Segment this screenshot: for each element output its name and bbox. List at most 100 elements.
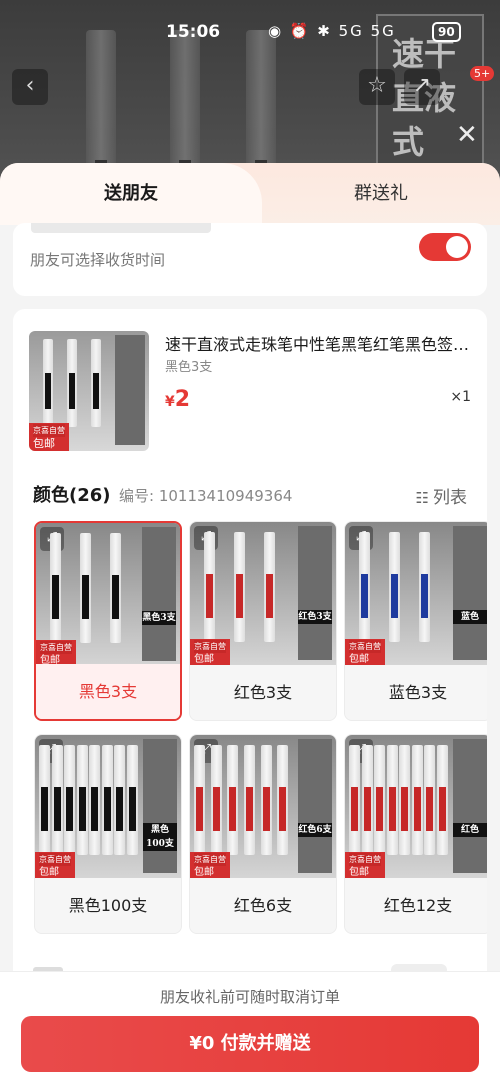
color-option[interactable]: ⤢红色京喜自营包邮红色12支 bbox=[344, 734, 487, 934]
option-image: ⤢蓝色京喜自营包邮 bbox=[345, 522, 487, 667]
color-option[interactable]: ⤢蓝色京喜自营包邮蓝色3支 bbox=[344, 521, 487, 721]
color-section-title: 颜色(26) bbox=[33, 485, 111, 506]
item-code: 编号: 10113410949364 bbox=[119, 487, 293, 505]
color-option[interactable]: ⤢黑色3支京喜自营包邮黑色3支 bbox=[34, 521, 182, 721]
option-image: ⤢红色3支京喜自营包邮 bbox=[190, 522, 336, 667]
status-icons: ◉ ⏰ ✱ 5G 5G bbox=[268, 22, 396, 40]
tag-top: 京喜自营 bbox=[194, 853, 226, 866]
color-option[interactable]: ⤢红色3支京喜自营包邮红色3支 bbox=[189, 521, 337, 721]
option-name: 黑色100支 bbox=[35, 878, 181, 933]
pay-and-gift-button[interactable]: ¥0 付款并赠送 bbox=[21, 1016, 479, 1072]
option-name: 红色12支 bbox=[345, 878, 487, 933]
cancel-note: 朋友收礼前可随时取消订单 bbox=[159, 988, 340, 1006]
share-button[interactable]: ↗ bbox=[404, 69, 440, 105]
pen-image bbox=[64, 745, 75, 855]
pen-image bbox=[170, 30, 200, 180]
pen-image bbox=[349, 745, 360, 855]
option-package-label: 红色6支 bbox=[298, 739, 332, 873]
pen-image bbox=[204, 532, 215, 642]
tag-main: 包邮 bbox=[349, 654, 369, 665]
pen-image bbox=[51, 745, 63, 855]
pen-image bbox=[419, 532, 430, 642]
option-image: ⤢黑色3支京喜自营包邮 bbox=[36, 523, 180, 668]
tag-main: 包邮 bbox=[194, 867, 214, 878]
pen-image bbox=[234, 532, 245, 642]
chevron-left-icon: ‹ bbox=[25, 73, 35, 98]
free-shipping-tag: 京喜自营 包邮 bbox=[29, 423, 69, 451]
product-price: ¥2 bbox=[165, 387, 190, 412]
pen-image bbox=[194, 745, 205, 855]
tag-main: 包邮 bbox=[349, 867, 369, 878]
option-image: ⤢ 红色6支 京喜自营 包邮 bbox=[190, 735, 336, 880]
pen-image bbox=[43, 339, 53, 427]
product-title: 速干直液式走珠笔中性笔黑笔红笔黑色签字笔学生用 bbox=[165, 335, 475, 354]
list-label: 列表 bbox=[433, 488, 467, 508]
favorite-button[interactable]: ☆ bbox=[359, 69, 395, 105]
tab-group-gift[interactable]: 群送礼 bbox=[262, 163, 500, 225]
pen-image bbox=[411, 745, 423, 855]
list-view-button[interactable]: ☷ 列表 bbox=[416, 483, 467, 508]
option-package-label: 蓝色 bbox=[453, 526, 487, 660]
option-package-text: 黑色3支 bbox=[142, 611, 176, 625]
product-card: 京喜自营 包邮 速干直液式走珠笔中性笔黑笔红笔黑色签字笔学生用 黑色3支 ¥2 … bbox=[13, 309, 487, 1085]
free-shipping-tag: 京喜自营 包邮 bbox=[345, 639, 385, 667]
tag-main: 包邮 bbox=[194, 654, 214, 665]
pen-image bbox=[50, 533, 61, 643]
pen-image bbox=[210, 745, 222, 855]
free-shipping-tag: 京喜自营 包邮 bbox=[35, 852, 75, 880]
tag-top: 京喜自营 bbox=[39, 853, 71, 866]
pen-image bbox=[399, 745, 410, 855]
tag-main: 包邮 bbox=[39, 867, 59, 878]
free-shipping-tag: 京喜自营 包邮 bbox=[345, 852, 385, 880]
option-package-label: 黑色100支 bbox=[143, 739, 177, 873]
delivery-hint: 朋友可选择收货时间 bbox=[30, 251, 166, 269]
tag-top: 京喜自营 bbox=[33, 424, 65, 437]
battery-icon: 90 bbox=[432, 22, 461, 42]
pen-image bbox=[246, 30, 276, 180]
option-package-text: 蓝色 bbox=[453, 610, 487, 624]
pen-image bbox=[424, 745, 435, 855]
pen-image bbox=[436, 745, 448, 855]
delivery-time-card: 朋友可选择收货时间 bbox=[13, 223, 487, 296]
pen-image bbox=[244, 745, 255, 855]
tag-top: 京喜自营 bbox=[349, 640, 381, 653]
option-name: 黑色3支 bbox=[36, 664, 180, 719]
free-shipping-tag: 京喜自营 包邮 bbox=[190, 852, 230, 880]
pen-image bbox=[386, 745, 398, 855]
close-icon[interactable]: ✕ bbox=[456, 120, 478, 150]
pen-image bbox=[389, 532, 400, 642]
color-option[interactable]: ⤢ 红色6支 京喜自营 包邮 红色6支 bbox=[189, 734, 337, 934]
price-value: 2 bbox=[174, 387, 191, 412]
option-package-label: 红色 bbox=[453, 739, 487, 873]
pen-image bbox=[101, 745, 113, 855]
option-package-text: 红色3支 bbox=[298, 610, 332, 624]
option-package-label: 黑色3支 bbox=[142, 527, 176, 661]
gift-sheet: 送朋友 群送礼 朋友可选择收货时间 京喜自营 包邮 速干直液式走珠笔中性笔黑笔红… bbox=[0, 163, 500, 1085]
option-package-text: 黑色100支 bbox=[143, 823, 177, 851]
pen-image bbox=[374, 745, 385, 855]
thumb-label bbox=[115, 335, 145, 445]
product-quantity: ×1 bbox=[450, 389, 471, 405]
color-option[interactable]: ⤢黑色100支京喜自营包邮黑色100支 bbox=[34, 734, 182, 934]
tab-send-friend[interactable]: 送朋友 bbox=[0, 163, 262, 225]
pen-image bbox=[110, 533, 121, 643]
option-image: ⤢红色京喜自营包邮 bbox=[345, 735, 487, 880]
status-time: 15:06 bbox=[166, 22, 221, 42]
option-package-text: 红色 bbox=[453, 823, 487, 837]
tab-bar: 送朋友 群送礼 bbox=[0, 163, 500, 225]
pen-image bbox=[39, 745, 50, 855]
pen-image bbox=[89, 745, 100, 855]
tag-top: 京喜自营 bbox=[194, 640, 226, 653]
tag-top: 京喜自营 bbox=[349, 853, 381, 866]
pen-image bbox=[91, 339, 101, 427]
pen-image bbox=[80, 533, 91, 643]
pen-image bbox=[359, 532, 370, 642]
option-image: ⤢黑色100支京喜自营包邮 bbox=[35, 735, 181, 880]
pen-image bbox=[76, 745, 88, 855]
pen-image bbox=[86, 30, 116, 180]
pen-image bbox=[227, 745, 239, 855]
option-name: 红色6支 bbox=[190, 878, 336, 933]
back-button[interactable]: ‹ bbox=[12, 69, 48, 105]
pen-image bbox=[264, 532, 275, 642]
delivery-time-toggle[interactable] bbox=[419, 233, 471, 261]
